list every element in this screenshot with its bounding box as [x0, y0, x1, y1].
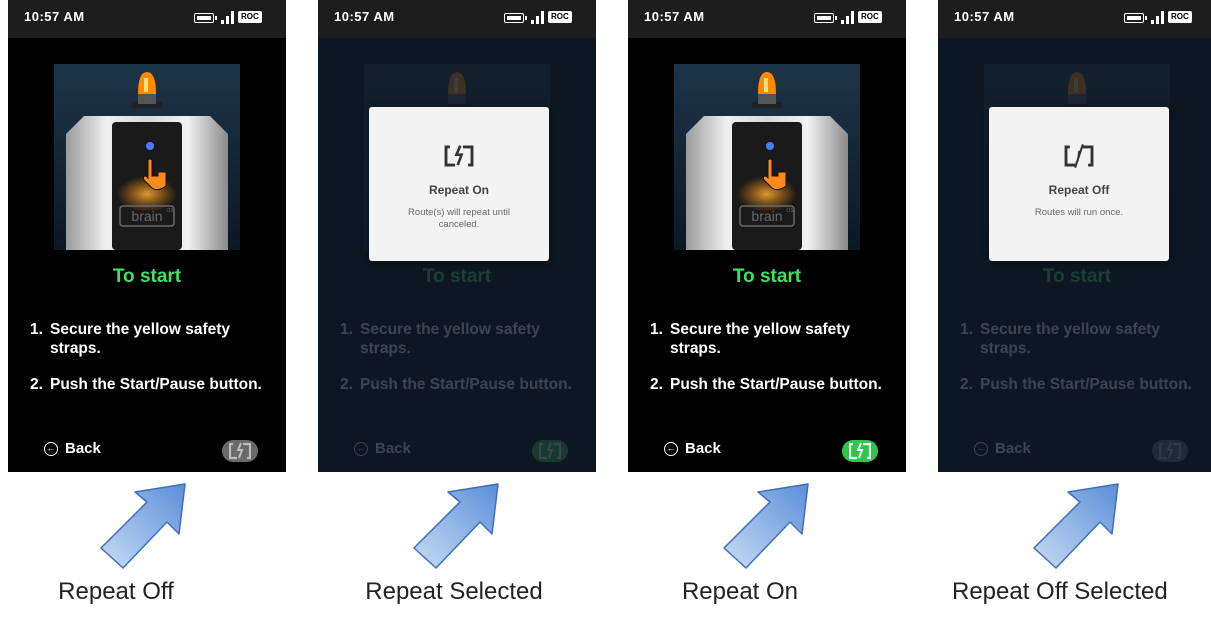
- repeat-icon: [444, 144, 474, 167]
- dialog-message: Routes will run once.: [1034, 207, 1124, 218]
- phone-screen-repeat-on: 10:57 AM ROC To start 1. Secure the yello…: [628, 0, 906, 472]
- signal-icon: [221, 11, 235, 24]
- arrow-up-right-icon: [100, 483, 186, 569]
- roc-badge: ROC: [858, 11, 882, 23]
- battery-icon: [504, 13, 527, 23]
- caption-repeat-off-selected: Repeat Off Selected: [952, 578, 1168, 605]
- signal-icon: [531, 11, 545, 24]
- status-bar: 10:57 AM ROC: [628, 0, 906, 38]
- instruction-steps: 1.Secure the yellow safety straps. 2.Pus…: [30, 320, 275, 411]
- step-2: 2.Push the Start/Pause button.: [650, 376, 882, 393]
- repeat-off-dialog[interactable]: Repeat Off Routes will run once.: [989, 107, 1169, 261]
- robot-illustration: [674, 64, 860, 250]
- caption-repeat-on: Repeat On: [681, 578, 799, 605]
- arrow-up-right-icon: [413, 483, 499, 569]
- step-1: 1.Secure the yellow safety straps.: [30, 321, 231, 357]
- phone-screen-repeat-selected: 10:57 AM ROC To start 1.Secure the yello…: [318, 0, 596, 472]
- dialog-message: Route(s) will repeat until canceled.: [408, 207, 510, 230]
- to-start-heading: To start: [112, 266, 182, 287]
- step-1: 1.Secure the yellow safety straps.: [650, 321, 851, 357]
- status-time: 10:57 AM: [644, 9, 705, 24]
- instruction-steps: 1.Secure the yellow safety straps. 2.Pus…: [650, 320, 895, 411]
- roc-badge: ROC: [1168, 11, 1192, 23]
- repeat-icon: [229, 441, 251, 460]
- dialog-title: Repeat Off: [1048, 183, 1110, 197]
- dialog-title: Repeat On: [428, 183, 489, 197]
- battery-icon: [814, 13, 837, 23]
- status-bar: 10:57 AM ROC: [8, 0, 286, 38]
- signal-icon: [1151, 11, 1165, 24]
- back-circle-icon: ←: [664, 441, 678, 456]
- repeat-toggle-button[interactable]: [842, 440, 878, 462]
- battery-icon: [1124, 13, 1147, 23]
- back-circle-icon: ←: [44, 441, 58, 456]
- to-start-heading: To start: [732, 266, 802, 287]
- caption-repeat-off: Repeat Off: [58, 578, 174, 605]
- arrow-up-right-icon: [1033, 483, 1119, 569]
- battery-icon: [194, 13, 217, 23]
- status-time: 10:57 AM: [334, 9, 395, 24]
- status-time: 10:57 AM: [24, 9, 85, 24]
- back-button[interactable]: ←Back: [44, 440, 101, 457]
- roc-badge: ROC: [238, 11, 262, 23]
- roc-badge: ROC: [548, 11, 572, 23]
- repeat-toggle-button[interactable]: [222, 440, 258, 462]
- repeat-icon: [849, 441, 871, 460]
- back-button[interactable]: ←Back: [664, 440, 721, 457]
- status-time: 10:57 AM: [954, 9, 1015, 24]
- caption-repeat-selected: Repeat Selected: [365, 578, 543, 605]
- signal-icon: [841, 11, 855, 24]
- step-2: 2.Push the Start/Pause button.: [30, 376, 262, 393]
- robot-illustration: [54, 64, 240, 250]
- phone-screen-repeat-off: 10:57 AM ROC To start 1. Secure the yello…: [8, 0, 286, 472]
- phone-screen-repeat-off-selected: 10:57 AM ROC To start 1.Secure the yello…: [938, 0, 1211, 472]
- repeat-off-icon: [1064, 143, 1094, 169]
- status-bar: 10:57 AM ROC: [938, 0, 1211, 38]
- arrow-up-right-icon: [723, 483, 809, 569]
- status-bar: 10:57 AM ROC: [318, 0, 596, 38]
- repeat-on-dialog[interactable]: Repeat On Route(s) will repeat until can…: [369, 107, 549, 261]
